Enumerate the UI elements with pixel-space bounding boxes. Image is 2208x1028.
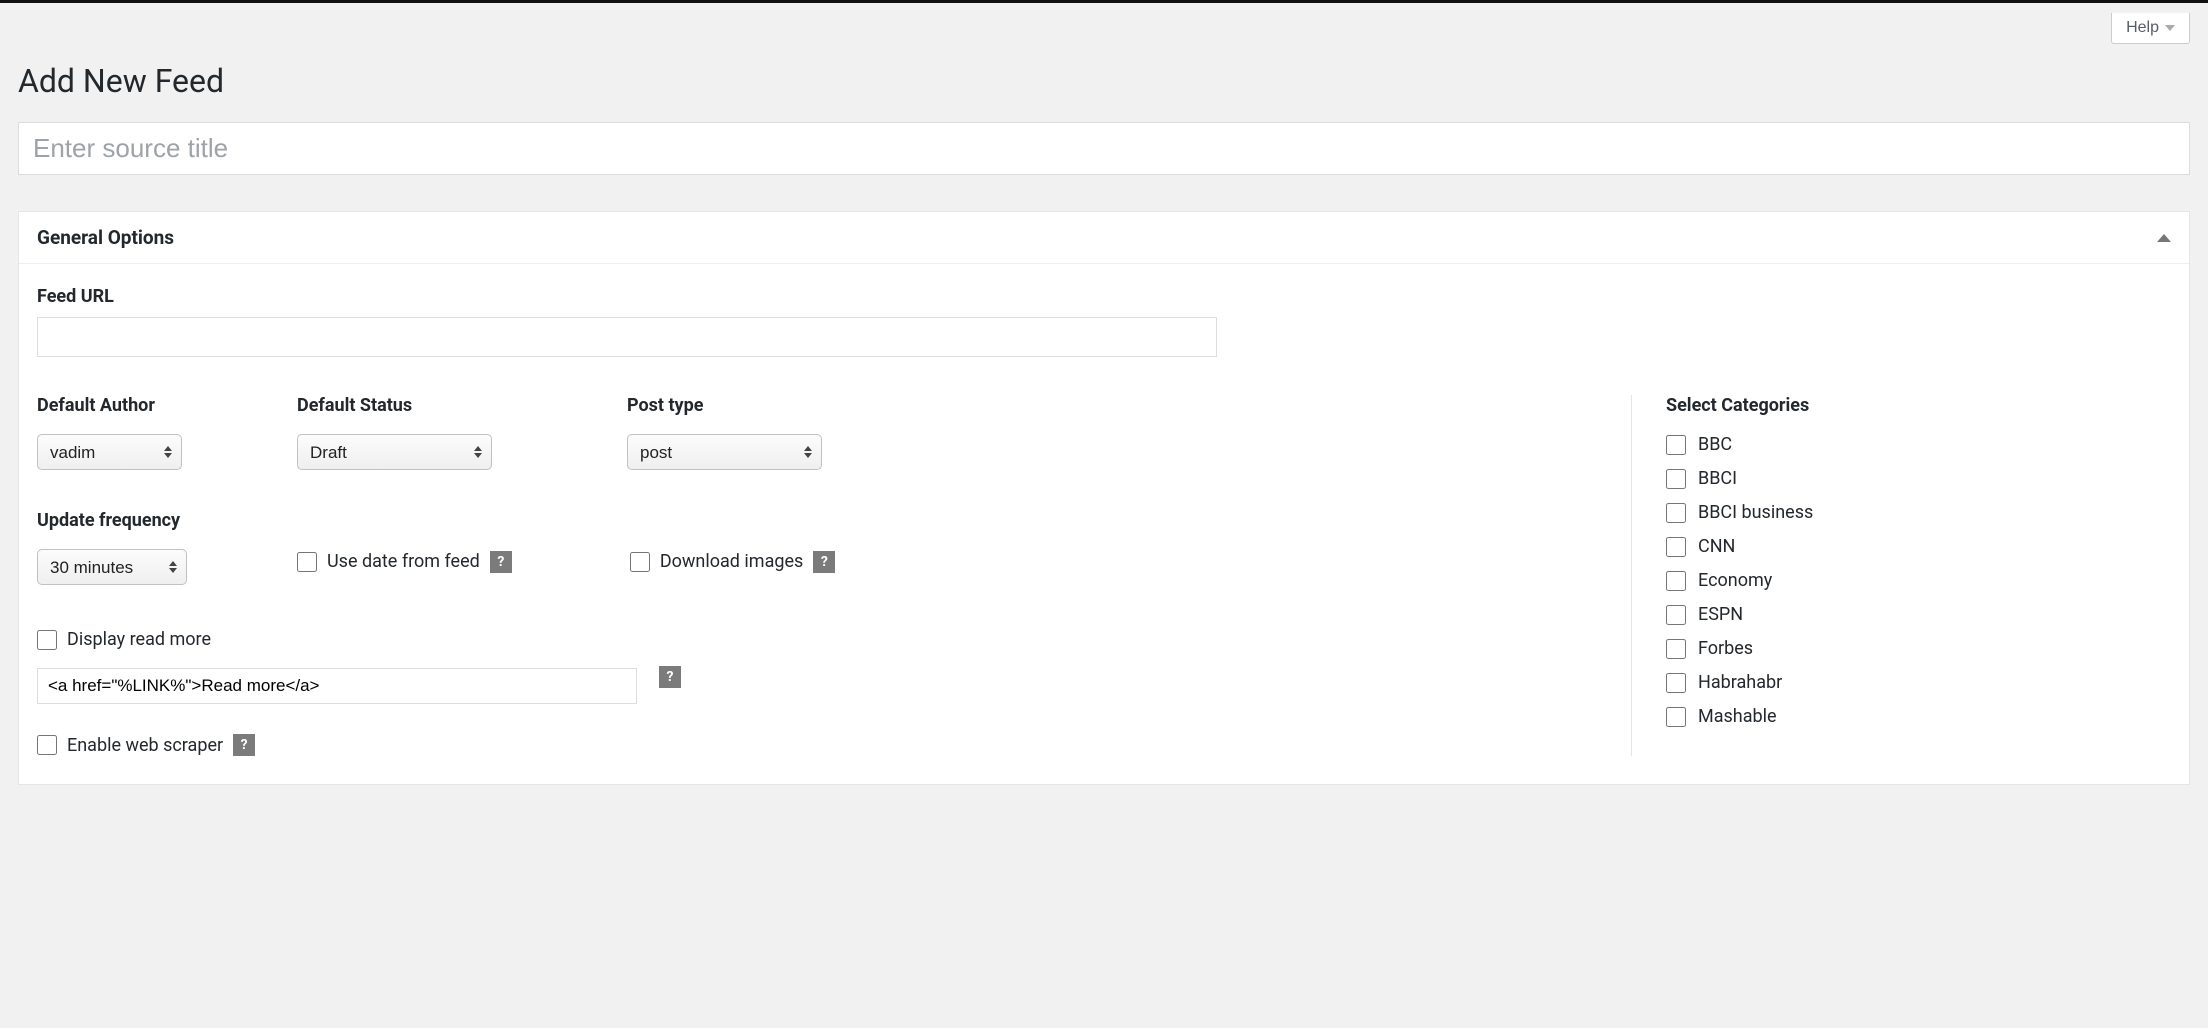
- category-item: BBCI business: [1666, 502, 2171, 523]
- help-button[interactable]: Help: [2111, 13, 2190, 44]
- use-date-from-feed-label: Use date from feed: [327, 551, 480, 572]
- general-options-panel: General Options Feed URL Default Author …: [18, 211, 2190, 785]
- panel-title: General Options: [37, 226, 174, 249]
- select-categories-label: Select Categories: [1666, 395, 2171, 416]
- category-item: CNN: [1666, 536, 2171, 557]
- category-checkbox[interactable]: [1666, 639, 1686, 659]
- post-type-label: Post type: [627, 395, 827, 416]
- category-checkbox[interactable]: [1666, 673, 1686, 693]
- default-author-select[interactable]: vadim: [37, 434, 182, 470]
- chevron-down-icon: [2165, 25, 2175, 31]
- page-title: Add New Feed: [18, 62, 2190, 100]
- enable-web-scraper-label: Enable web scraper: [67, 735, 223, 756]
- category-item: Forbes: [1666, 638, 2171, 659]
- display-read-more-label: Display read more: [67, 629, 211, 650]
- read-more-template-input[interactable]: [37, 668, 637, 704]
- help-icon[interactable]: ?: [813, 551, 835, 573]
- category-checkbox[interactable]: [1666, 435, 1686, 455]
- download-images-label: Download images: [660, 551, 804, 572]
- collapse-toggle-icon[interactable]: [2157, 234, 2171, 242]
- category-checkbox[interactable]: [1666, 537, 1686, 557]
- category-item: ESPN: [1666, 604, 2171, 625]
- category-label: BBCI business: [1698, 502, 1813, 523]
- feed-url-input[interactable]: [37, 317, 1217, 357]
- use-date-from-feed-checkbox[interactable]: [297, 552, 317, 572]
- category-label: Forbes: [1698, 638, 1753, 659]
- category-label: Economy: [1698, 570, 1772, 591]
- download-images-checkbox[interactable]: [630, 552, 650, 572]
- category-label: Habrahabr: [1698, 672, 1782, 693]
- update-frequency-select[interactable]: 30 minutes: [37, 549, 187, 585]
- category-item: Habrahabr: [1666, 672, 2171, 693]
- display-read-more-checkbox[interactable]: [37, 630, 57, 650]
- category-label: BBCI: [1698, 468, 1737, 489]
- category-checkbox[interactable]: [1666, 571, 1686, 591]
- category-label: CNN: [1698, 536, 1735, 557]
- category-label: ESPN: [1698, 604, 1743, 625]
- category-label: Mashable: [1698, 706, 1777, 727]
- default-status-select[interactable]: Draft: [297, 434, 492, 470]
- help-icon[interactable]: ?: [490, 551, 512, 573]
- panel-header: General Options: [19, 212, 2189, 264]
- category-item: BBC: [1666, 434, 2171, 455]
- category-checkbox[interactable]: [1666, 605, 1686, 625]
- window-top-border: [0, 0, 2208, 3]
- category-item: Economy: [1666, 570, 2171, 591]
- help-icon[interactable]: ?: [659, 666, 681, 688]
- default-status-label: Default Status: [297, 395, 497, 416]
- category-checkbox[interactable]: [1666, 469, 1686, 489]
- source-title-input[interactable]: [18, 122, 2190, 175]
- category-checkbox[interactable]: [1666, 503, 1686, 523]
- help-button-label: Help: [2126, 19, 2159, 37]
- category-checkbox[interactable]: [1666, 707, 1686, 727]
- help-icon[interactable]: ?: [233, 734, 255, 756]
- feed-url-label: Feed URL: [37, 286, 2171, 307]
- category-label: BBC: [1698, 434, 1732, 455]
- post-type-select[interactable]: post: [627, 434, 822, 470]
- enable-web-scraper-checkbox[interactable]: [37, 735, 57, 755]
- update-frequency-label: Update frequency: [37, 510, 237, 531]
- category-item: BBCI: [1666, 468, 2171, 489]
- category-item: Mashable: [1666, 706, 2171, 727]
- default-author-label: Default Author: [37, 395, 237, 416]
